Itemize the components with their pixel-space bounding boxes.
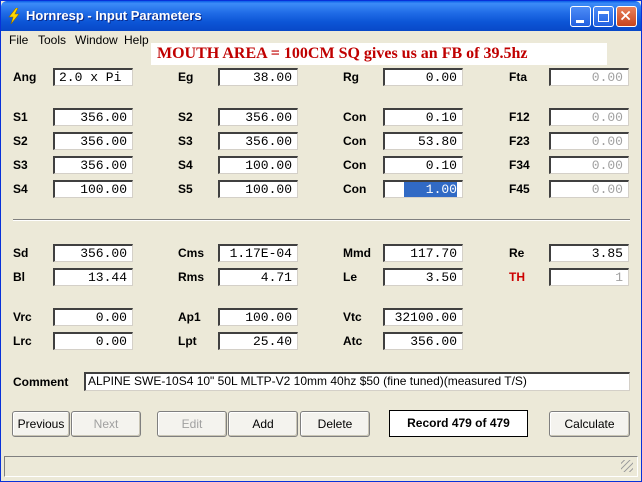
label-rms: Rms <box>178 270 205 284</box>
label-th: TH <box>509 270 525 284</box>
title-bar[interactable]: Hornresp - Input Parameters <box>1 1 641 31</box>
hornresp-window: Hornresp - Input Parameters File Tools W… <box>0 0 642 482</box>
label-f45: F45 <box>509 182 530 196</box>
label-vtc: Vtc <box>343 310 362 324</box>
con2-field[interactable]: 53.80 <box>383 132 463 150</box>
delete-button[interactable]: Delete <box>300 411 370 437</box>
atc-field[interactable]: 356.00 <box>383 332 463 350</box>
label-mmd: Mmd <box>343 246 371 260</box>
label-s4b: S4 <box>178 158 193 172</box>
label-bl: Bl <box>13 270 25 284</box>
minimize-button[interactable] <box>570 6 591 27</box>
con3-field[interactable]: 0.10 <box>383 156 463 174</box>
banner-note: MOUTH AREA = 100CM SQ gives us an FB of … <box>151 43 607 65</box>
f23-field: 0.00 <box>549 132 629 150</box>
menu-help[interactable]: Help <box>124 33 149 47</box>
label-cms: Cms <box>178 246 205 260</box>
label-comment: Comment <box>13 375 69 389</box>
f45-field: 0.00 <box>549 180 629 198</box>
th-field: 1 <box>549 268 629 286</box>
previous-button[interactable]: Previous <box>12 411 70 437</box>
edit-button: Edit <box>157 411 227 437</box>
s3b-field[interactable]: 356.00 <box>218 132 298 150</box>
s2b-field[interactable]: 356.00 <box>218 108 298 126</box>
next-button: Next <box>71 411 141 437</box>
label-f34: F34 <box>509 158 530 172</box>
mmd-field[interactable]: 117.70 <box>383 244 463 262</box>
label-le: Le <box>343 270 358 284</box>
fta-field: 0.00 <box>549 68 629 86</box>
resize-grip-icon[interactable] <box>621 460 633 472</box>
s4a-field[interactable]: 100.00 <box>53 180 133 198</box>
rg-field[interactable]: 0.00 <box>383 68 463 86</box>
label-ang: Ang <box>13 70 37 84</box>
f34-field: 0.00 <box>549 156 629 174</box>
re-field[interactable]: 3.85 <box>549 244 629 262</box>
ang-field[interactable]: 2.0 x Pi <box>53 68 133 86</box>
vtc-field[interactable]: 32100.00 <box>383 308 463 326</box>
label-sd: Sd <box>13 246 29 260</box>
con4-selected-text: 1.00 <box>403 182 457 197</box>
status-bar <box>4 456 638 477</box>
menu-file[interactable]: File <box>9 33 28 47</box>
f12-field: 0.00 <box>549 108 629 126</box>
menu-tools[interactable]: Tools <box>38 33 66 47</box>
label-s4a: S4 <box>13 182 28 196</box>
label-eg: Eg <box>178 70 194 84</box>
rms-field[interactable]: 4.71 <box>218 268 298 286</box>
window-title: Hornresp - Input Parameters <box>26 8 202 23</box>
close-icon <box>620 10 631 21</box>
label-con3: Con <box>343 158 367 172</box>
con1-field[interactable]: 0.10 <box>383 108 463 126</box>
label-s2a: S2 <box>13 134 28 148</box>
record-indicator: Record 479 of 479 <box>389 410 528 437</box>
label-ap1: Ap1 <box>178 310 201 324</box>
label-s3a: S3 <box>13 158 28 172</box>
calculate-button[interactable]: Calculate <box>549 411 630 437</box>
section-divider <box>13 219 630 221</box>
label-con1: Con <box>343 110 367 124</box>
label-con4: Con <box>343 182 367 196</box>
label-s2b: S2 <box>178 110 193 124</box>
label-f23: F23 <box>509 134 530 148</box>
add-button[interactable]: Add <box>228 411 298 437</box>
label-con2: Con <box>343 134 367 148</box>
eg-field[interactable]: 38.00 <box>218 68 298 86</box>
label-s5: S5 <box>178 182 193 196</box>
s3a-field[interactable]: 356.00 <box>53 156 133 174</box>
label-re: Re <box>509 246 525 260</box>
comment-field[interactable]: ALPINE SWE-10S4 10" 50L MLTP-V2 10mm 40h… <box>84 372 630 391</box>
con4-field[interactable]: 1.00 <box>383 180 463 198</box>
cms-field[interactable]: 1.17E-04 <box>218 244 298 262</box>
s1-field[interactable]: 356.00 <box>53 108 133 126</box>
label-s1: S1 <box>13 110 28 124</box>
label-f12: F12 <box>509 110 530 124</box>
app-lightning-icon <box>8 8 20 24</box>
label-fta: Fta <box>509 70 527 84</box>
label-lrc: Lrc <box>13 334 32 348</box>
sd-field[interactable]: 356.00 <box>53 244 133 262</box>
lpt-field[interactable]: 25.40 <box>218 332 298 350</box>
label-vrc: Vrc <box>13 310 32 324</box>
close-button[interactable] <box>616 6 637 27</box>
bl-field[interactable]: 13.44 <box>53 268 133 286</box>
ap1-field[interactable]: 100.00 <box>218 308 298 326</box>
s4b-field[interactable]: 100.00 <box>218 156 298 174</box>
maximize-button[interactable] <box>593 6 614 27</box>
lrc-field[interactable]: 0.00 <box>53 332 133 350</box>
menu-window[interactable]: Window <box>75 33 118 47</box>
maximize-icon <box>598 11 609 22</box>
label-s3b: S3 <box>178 134 193 148</box>
le-field[interactable]: 3.50 <box>383 268 463 286</box>
label-lpt: Lpt <box>178 334 197 348</box>
s5-field[interactable]: 100.00 <box>218 180 298 198</box>
label-rg: Rg <box>343 70 359 84</box>
label-atc: Atc <box>343 334 363 348</box>
s2a-field[interactable]: 356.00 <box>53 132 133 150</box>
vrc-field[interactable]: 0.00 <box>53 308 133 326</box>
minimize-icon <box>576 20 584 23</box>
